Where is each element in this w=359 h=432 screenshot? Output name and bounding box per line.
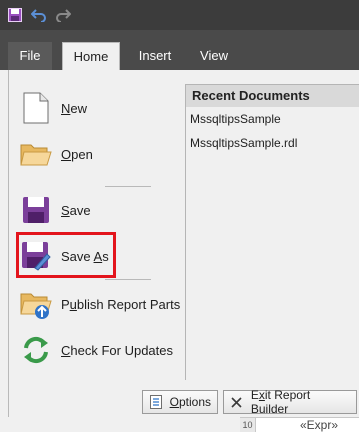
backstage-menu: New Open Save Save As Publish Report Par… <box>9 80 187 380</box>
undo-icon[interactable] <box>30 6 48 24</box>
open-label: Open <box>61 146 93 162</box>
save-label: Save <box>61 202 91 218</box>
folder-icon <box>19 136 53 172</box>
check-updates-label: Check For Updates <box>61 342 173 358</box>
publish-folder-icon <box>19 286 53 322</box>
menu-separator <box>105 186 151 187</box>
floppy-disk-icon <box>19 192 53 228</box>
check-for-updates-button[interactable]: Check For Updates <box>19 328 185 372</box>
open-button[interactable]: Open <box>19 132 185 176</box>
new-document-icon <box>19 90 53 126</box>
ruler-mark: 10 <box>240 418 256 432</box>
close-icon <box>230 395 244 409</box>
document-fragment: 10 «Expr» <box>240 417 359 432</box>
expression-placeholder: «Expr» <box>300 418 339 432</box>
title-bar <box>0 0 359 30</box>
recent-documents-pane: Recent Documents MssqltipsSample Mssqlti… <box>185 84 359 380</box>
tab-file[interactable]: File <box>8 42 52 70</box>
save-as-highlight <box>16 232 116 278</box>
exit-report-builder-button[interactable]: Exit Report Builder <box>223 388 357 416</box>
options-icon <box>149 395 163 409</box>
exit-label: Exit Report Builder <box>250 388 311 416</box>
options-label: Options <box>169 395 211 409</box>
publish-report-parts-button[interactable]: Publish Report Parts <box>19 282 185 326</box>
recent-document-item[interactable]: MssqltipsSample.rdl <box>186 131 359 155</box>
save-button[interactable]: Save <box>19 188 185 232</box>
recent-document-item[interactable]: MssqltipsSample <box>186 107 359 131</box>
publish-label: Publish Report Parts <box>61 296 181 312</box>
tab-insert[interactable]: Insert <box>130 42 180 70</box>
backstage-footer: Options Exit Report Builder <box>8 387 359 417</box>
backstage-panel: New Open Save Save As Publish Report Par… <box>8 70 359 387</box>
menu-separator <box>105 279 151 280</box>
new-label: New <box>61 100 88 116</box>
recent-documents-header: Recent Documents <box>186 85 359 107</box>
report-builder-window: File Home Insert View New Open Save Save… <box>0 0 359 432</box>
refresh-icon <box>19 332 53 368</box>
new-button[interactable]: New <box>19 86 185 130</box>
tab-view[interactable]: View <box>190 42 238 70</box>
options-button[interactable]: Options <box>142 390 218 414</box>
tab-home[interactable]: Home <box>62 42 120 71</box>
redo-icon[interactable] <box>54 6 72 24</box>
save-icon[interactable] <box>6 6 24 24</box>
ribbon-tab-row: File Home Insert View <box>0 30 359 71</box>
